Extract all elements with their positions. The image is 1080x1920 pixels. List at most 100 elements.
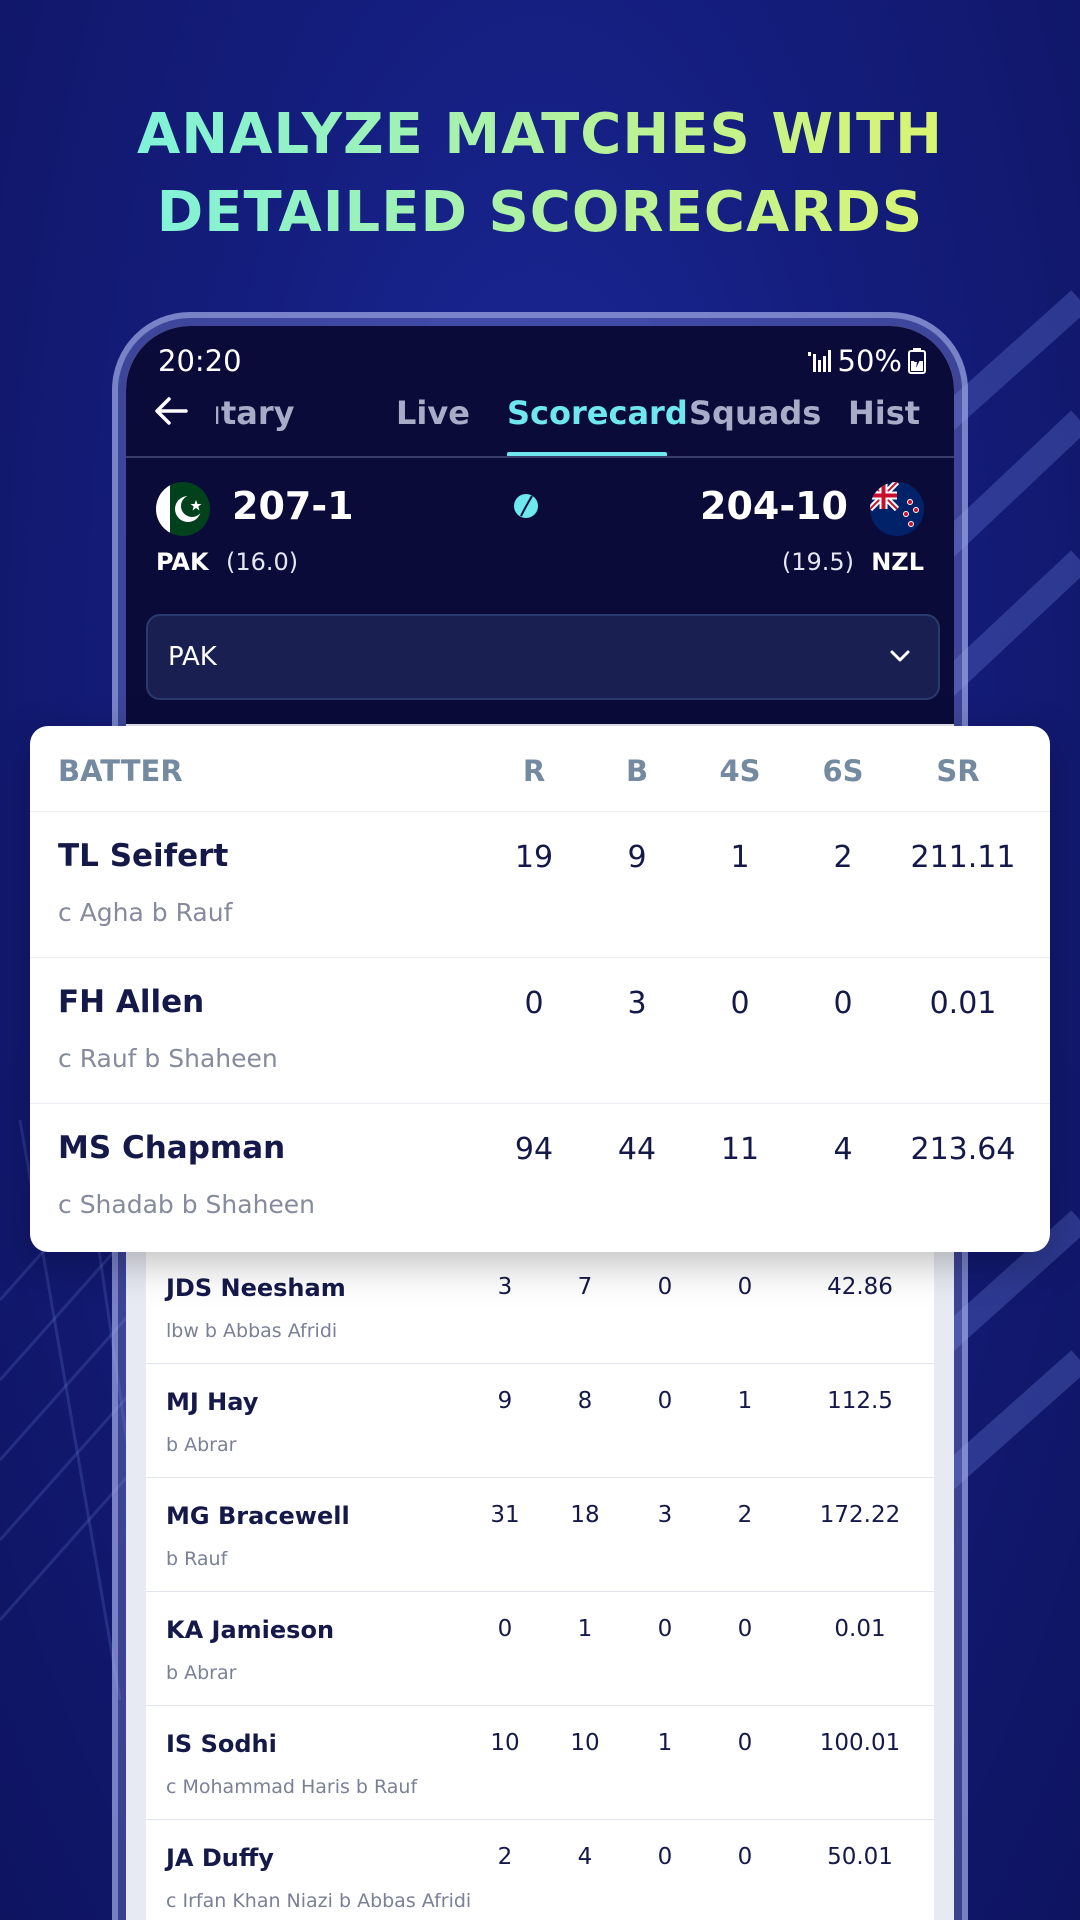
batter-runs: 19: [514, 840, 554, 875]
batter-sixes: 2: [833, 840, 853, 875]
team2-score: 204-10: [700, 484, 848, 528]
table-row[interactable]: IS Sodhi c Mohammad Haris b Rauf 10 10 1…: [146, 1706, 934, 1820]
promo-headline: ANALYZE MATCHES WITH DETAILED SCORECARDS: [0, 96, 1080, 252]
table-row[interactable]: MJ Hay b Abrar 9 8 0 1 112.5: [146, 1364, 934, 1478]
batter-fours: 3: [657, 1502, 673, 1528]
batter-name: TL Seifert: [58, 838, 229, 874]
batter-dismissal: c Irfan Khan Niazi b Abbas Afridi: [166, 1890, 472, 1912]
tab-squads[interactable]: Squads: [689, 394, 821, 432]
batter-runs: 0: [524, 986, 544, 1021]
header-sixes: 6S: [822, 754, 864, 788]
batter-balls: 10: [570, 1730, 600, 1756]
batter-name: JA Duffy: [166, 1844, 274, 1872]
chevron-down-icon: [890, 650, 910, 662]
table-row[interactable]: JA Duffy c Irfan Khan Niazi b Abbas Afri…: [146, 1820, 934, 1920]
tab-live[interactable]: Live: [396, 394, 470, 432]
batting-table-header: BATTER R B 4S 6S SR: [30, 726, 1050, 812]
batter-runs: 2: [497, 1844, 513, 1870]
batter-balls: 3: [627, 986, 647, 1021]
batter-name: FH Allen: [58, 984, 205, 1020]
pakistan-flag-icon: [156, 482, 210, 536]
batter-balls: 1: [577, 1616, 593, 1642]
batter-balls: 44: [617, 1132, 657, 1167]
batter-balls: 4: [577, 1844, 593, 1870]
table-row[interactable]: JDS Neesham lbw b Abbas Afridi 3 7 0 0 4…: [146, 1250, 934, 1364]
batter-balls: 18: [570, 1502, 600, 1528]
batter-sixes: 0: [737, 1844, 753, 1870]
batter-sixes: 0: [737, 1616, 753, 1642]
batter-fours: 0: [657, 1616, 673, 1642]
batter-dismissal: c Agha b Rauf: [58, 898, 233, 927]
battery-icon: [908, 348, 926, 374]
batter-dismissal: c Rauf b Shaheen: [58, 1044, 278, 1073]
new-zealand-flag-icon: [870, 482, 924, 536]
signal-icon: [807, 350, 831, 372]
batter-dismissal: lbw b Abbas Afridi: [166, 1320, 338, 1342]
status-time: 20:20: [158, 344, 242, 378]
tab-history[interactable]: Hist: [848, 394, 920, 432]
headline-line-2: DETAILED SCORECARDS: [0, 174, 1080, 252]
batter-strike-rate: 0.01: [834, 1616, 886, 1642]
batter-strike-rate: 0.01: [929, 986, 997, 1021]
tab-scorecard[interactable]: Scorecard: [507, 394, 688, 432]
batter-name: JDS Neesham: [166, 1274, 346, 1302]
innings-select[interactable]: PAK: [146, 614, 940, 700]
batter-sixes: 2: [737, 1502, 753, 1528]
batter-sixes: 1: [737, 1388, 753, 1414]
batter-runs: 94: [514, 1132, 554, 1167]
back-button[interactable]: [146, 386, 196, 436]
batter-fours: 0: [657, 1844, 673, 1870]
batter-dismissal: b Abrar: [166, 1662, 237, 1684]
cricket-ball-icon: [514, 494, 538, 518]
team1-code: PAK: [156, 548, 209, 576]
headline-line-1: ANALYZE MATCHES WITH: [0, 96, 1080, 174]
featured-batters-card: BATTER R B 4S 6S SR TL Seifert c Agha b …: [30, 726, 1050, 1252]
team2-overs: (19.5): [781, 548, 854, 576]
header-batter: BATTER: [58, 754, 183, 788]
batter-dismissal: c Shadab b Shaheen: [58, 1190, 316, 1219]
batter-strike-rate: 172.22: [819, 1502, 901, 1528]
batter-fours: 0: [730, 986, 750, 1021]
batter-strike-rate: 211.11: [910, 840, 1016, 875]
arrow-left-icon: [155, 397, 188, 425]
header-balls: B: [625, 754, 649, 788]
batter-strike-rate: 42.86: [827, 1274, 893, 1300]
batter-strike-rate: 213.64: [910, 1132, 1016, 1167]
batter-runs: 0: [497, 1616, 513, 1642]
batter-name: MJ Hay: [166, 1388, 259, 1416]
table-row[interactable]: KA Jamieson b Abrar 0 1 0 0 0.01: [146, 1592, 934, 1706]
batter-dismissal: b Rauf: [166, 1548, 228, 1570]
batter-balls: 9: [627, 840, 647, 875]
batter-fours: 0: [657, 1388, 673, 1414]
table-row[interactable]: MG Bracewell b Rauf 31 18 3 2 172.22: [146, 1478, 934, 1592]
status-bar-right: 50%: [806, 344, 926, 378]
team1-score: 207-1: [232, 484, 354, 528]
batter-runs: 3: [497, 1274, 513, 1300]
batter-fours: 0: [657, 1274, 673, 1300]
batter-sixes: 0: [833, 986, 853, 1021]
batter-runs: 31: [490, 1502, 520, 1528]
batter-fours: 1: [730, 840, 750, 875]
tab-commentary[interactable]: ıtary: [216, 394, 295, 432]
batter-dismissal: b Abrar: [166, 1434, 237, 1456]
batter-sixes: 0: [737, 1274, 753, 1300]
batter-strike-rate: 50.01: [827, 1844, 893, 1870]
batter-fours: 11: [720, 1132, 760, 1167]
header-fours: 4S: [719, 754, 761, 788]
batter-name: MG Bracewell: [166, 1502, 350, 1530]
table-row[interactable]: FH Allen c Rauf b Shaheen 0 3 0 0 0.01: [30, 958, 1050, 1104]
innings-select-value: PAK: [168, 642, 217, 672]
batter-strike-rate: 100.01: [819, 1730, 901, 1756]
batter-sixes: 0: [737, 1730, 753, 1756]
header-strike-rate: SR: [936, 754, 980, 788]
match-tabs: ıtary Live Scorecard Squads Hist: [216, 394, 926, 454]
batter-runs: 9: [497, 1388, 513, 1414]
table-row[interactable]: MS Chapman c Shadab b Shaheen 94 44 11 4…: [30, 1104, 1050, 1250]
team1-overs: (16.0): [226, 548, 299, 576]
batter-name: IS Sodhi: [166, 1730, 277, 1758]
batter-balls: 8: [577, 1388, 593, 1414]
table-row[interactable]: TL Seifert c Agha b Rauf 19 9 1 2 211.11: [30, 812, 1050, 958]
batting-table-lower: JDS Neesham lbw b Abbas Afridi 3 7 0 0 4…: [146, 1250, 934, 1920]
app-header: 20:20 50% ıtary Live Scorecard Squads Hi…: [126, 326, 954, 724]
batter-runs: 10: [490, 1730, 520, 1756]
